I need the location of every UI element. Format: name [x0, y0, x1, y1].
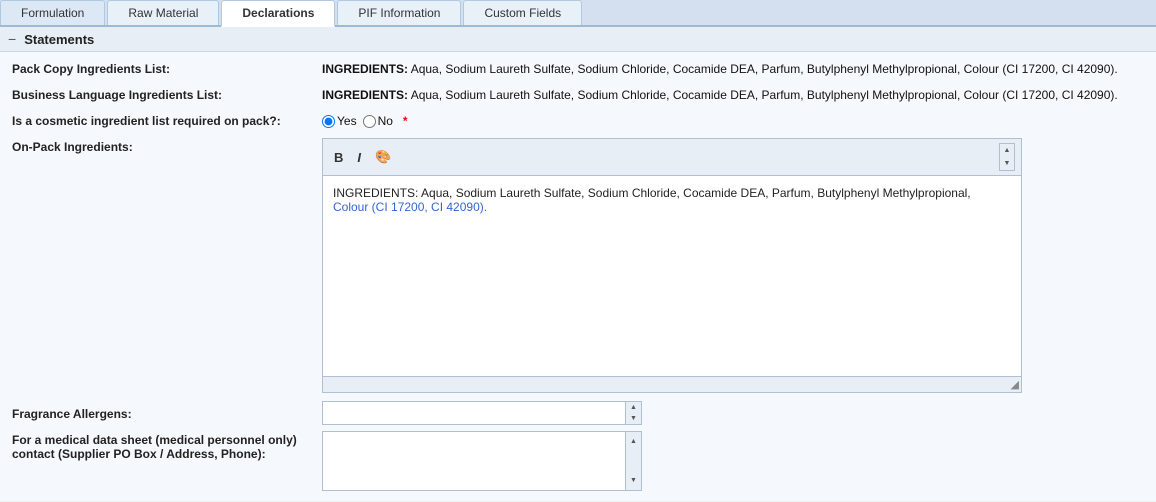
pack-copy-row: Pack Copy Ingredients List: INGREDIENTS:… [12, 60, 1144, 80]
pack-copy-label: Pack Copy Ingredients List: [12, 60, 322, 76]
resize-icon: ◢ [1011, 378, 1019, 391]
tab-declarations[interactable]: Declarations [221, 0, 335, 27]
medical-textarea[interactable] [323, 432, 625, 490]
main-content: − Statements Pack Copy Ingredients List:… [0, 27, 1156, 501]
cosmetic-required-row: Is a cosmetic ingredient list required o… [12, 112, 1144, 132]
onpack-row: On-Pack Ingredients: B I 🎨 ▲ ▼ [12, 138, 1144, 393]
section-header: − Statements [0, 27, 1156, 52]
medical-row: For a medical data sheet (medical person… [12, 431, 1144, 491]
cosmetic-radio-group: Yes No * [322, 114, 1144, 128]
section-title: Statements [24, 32, 94, 47]
rte-container: B I 🎨 ▲ ▼ INGREDIENTS: Aqua, Sodium Laur… [322, 138, 1022, 393]
paint-button[interactable]: 🎨 [370, 147, 396, 167]
medical-label: For a medical data sheet (medical person… [12, 431, 322, 461]
rte-scroll-up-btn[interactable]: ▲ [1000, 144, 1014, 157]
fragrance-field[interactable]: ▲ ▼ [322, 401, 642, 425]
italic-button[interactable]: I [352, 148, 366, 167]
business-lang-prefix: INGREDIENTS: [322, 88, 408, 102]
fragrance-arrows: ▲ ▼ [625, 402, 641, 424]
medical-arrow-down[interactable]: ▼ [626, 471, 641, 490]
bold-button[interactable]: B [329, 148, 348, 167]
pack-copy-prefix: INGREDIENTS: [322, 62, 408, 76]
business-lang-text: Aqua, Sodium Laureth Sulfate, Sodium Chl… [408, 88, 1118, 102]
business-lang-row: Business Language Ingredients List: INGR… [12, 86, 1144, 106]
business-lang-label: Business Language Ingredients List: [12, 86, 322, 102]
rte-toolbar: B I 🎨 ▲ ▼ [323, 139, 1021, 176]
fragrance-row: Fragrance Allergens: ▲ ▼ [12, 401, 1144, 425]
radio-no-label[interactable]: No [363, 114, 393, 128]
medical-arrow-up[interactable]: ▲ [626, 432, 641, 451]
fragrance-label: Fragrance Allergens: [12, 405, 322, 421]
onpack-prefix: INGREDIENTS: [333, 186, 418, 200]
business-lang-value: INGREDIENTS: Aqua, Sodium Laureth Sulfat… [322, 86, 1144, 102]
tab-bar: Formulation Raw Material Declarations PI… [0, 0, 1156, 27]
tab-raw-material[interactable]: Raw Material [107, 0, 219, 25]
required-indicator: * [403, 114, 408, 128]
rte-resize-handle[interactable]: ◢ [323, 376, 1021, 392]
radio-no-text: No [378, 114, 393, 128]
cosmetic-required-value: Yes No * [322, 112, 1144, 128]
radio-yes-label[interactable]: Yes [322, 114, 357, 128]
radio-yes-text: Yes [337, 114, 357, 128]
rte-scroll-down-btn[interactable]: ▼ [1000, 157, 1014, 170]
radio-no[interactable] [363, 115, 376, 128]
medical-field[interactable]: ▲ ▼ [322, 431, 642, 491]
rte-body[interactable]: INGREDIENTS: Aqua, Sodium Laureth Sulfat… [323, 176, 1021, 376]
fragrance-input[interactable] [323, 402, 641, 424]
cosmetic-required-label: Is a cosmetic ingredient list required o… [12, 112, 322, 128]
fragrance-arrow-down[interactable]: ▼ [626, 413, 641, 424]
onpack-text-line2: Colour (CI 17200, CI 42090). [333, 200, 487, 214]
pack-copy-text: Aqua, Sodium Laureth Sulfate, Sodium Chl… [408, 62, 1118, 76]
medical-arrows: ▲ ▼ [625, 432, 641, 490]
pack-copy-value: INGREDIENTS: Aqua, Sodium Laureth Sulfat… [322, 60, 1144, 76]
tab-formulation[interactable]: Formulation [0, 0, 105, 25]
radio-yes[interactable] [322, 115, 335, 128]
tab-custom-fields[interactable]: Custom Fields [463, 0, 582, 25]
rte-content[interactable]: INGREDIENTS: Aqua, Sodium Laureth Sulfat… [323, 176, 1021, 376]
form-body: Pack Copy Ingredients List: INGREDIENTS:… [0, 52, 1156, 501]
fragrance-arrow-up[interactable]: ▲ [626, 402, 641, 413]
onpack-text-line1: Aqua, Sodium Laureth Sulfate, Sodium Chl… [418, 186, 970, 200]
tab-pif-information[interactable]: PIF Information [337, 0, 461, 25]
onpack-editor-wrapper: B I 🎨 ▲ ▼ INGREDIENTS: Aqua, Sodium Laur… [322, 138, 1022, 393]
onpack-label: On-Pack Ingredients: [12, 138, 322, 154]
collapse-button[interactable]: − [8, 31, 16, 47]
